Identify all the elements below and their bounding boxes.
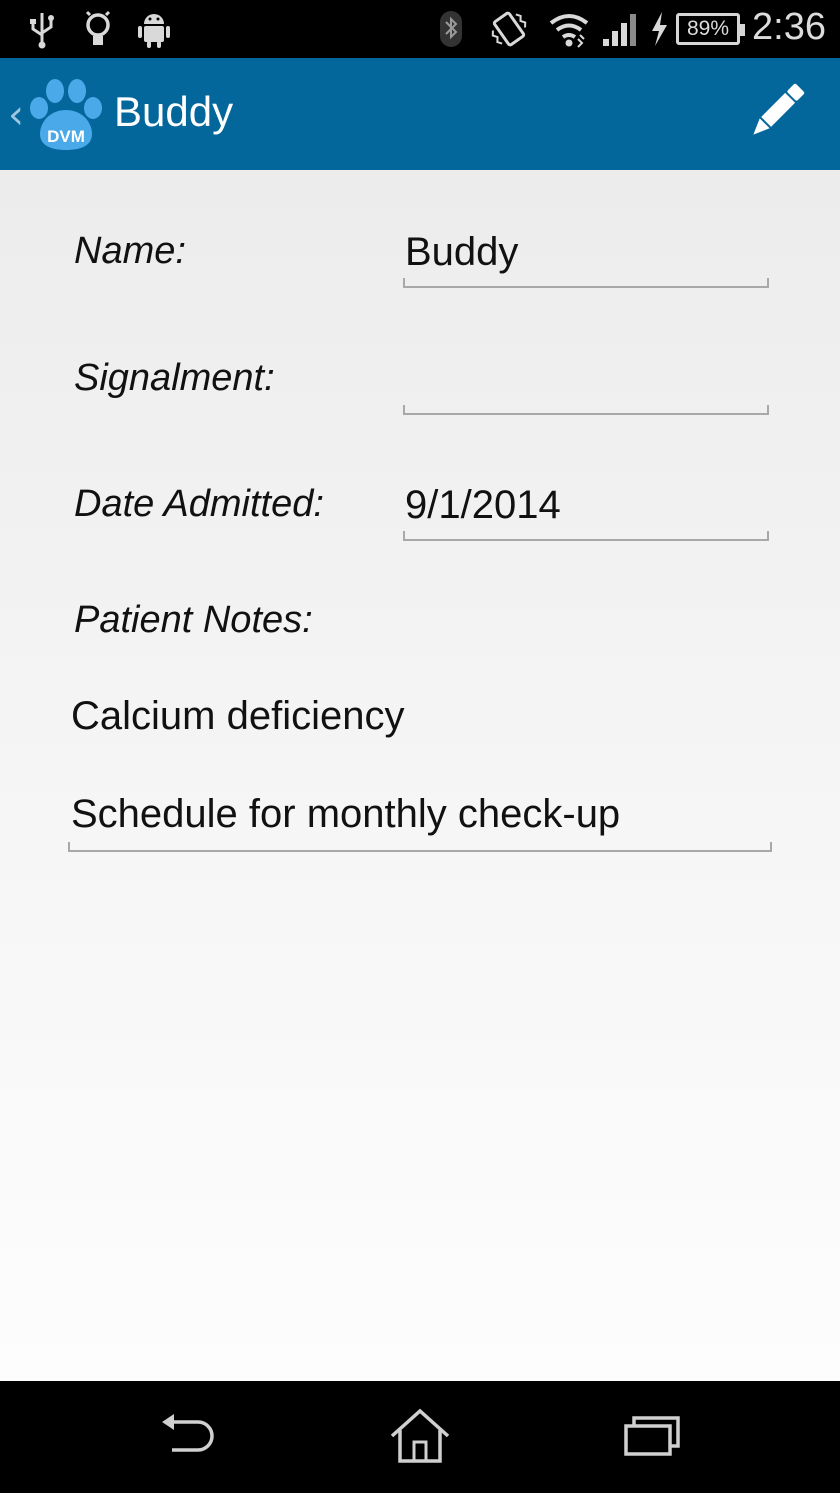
up-navigation-icon[interactable]: ‹ xyxy=(8,92,24,138)
status-bar: 89% 2:36 xyxy=(0,0,840,58)
wifi-icon xyxy=(548,9,590,49)
battery-percent: 89% xyxy=(686,17,730,40)
recents-button[interactable] xyxy=(612,1403,692,1473)
home-icon xyxy=(388,1408,452,1469)
field-underline xyxy=(403,278,769,288)
action-bar: ‹ DVM Buddy xyxy=(0,58,840,170)
date-admitted-field[interactable]: 9/1/2014 xyxy=(403,469,769,541)
signal-icon xyxy=(600,9,640,49)
patient-notes-line: Calcium deficiency xyxy=(71,694,405,738)
edit-button[interactable] xyxy=(740,78,812,150)
patient-notes-label: Patient Notes: xyxy=(74,599,313,641)
field-underline xyxy=(68,842,772,852)
home-button[interactable] xyxy=(380,1403,460,1473)
name-field[interactable]: Buddy xyxy=(403,216,769,288)
app-logo-text: DVM xyxy=(47,127,85,146)
bluetooth-icon xyxy=(436,9,466,49)
back-icon xyxy=(158,1413,218,1463)
signalment-label: Signalment: xyxy=(74,357,275,399)
app-logo-icon[interactable]: DVM xyxy=(26,76,106,154)
patient-detail-form: Name: Buddy Signalment: Date Admitted: 9… xyxy=(0,170,840,1381)
back-button[interactable] xyxy=(148,1403,228,1473)
patient-notes-line: Schedule for monthly check-up xyxy=(71,792,621,836)
name-value: Buddy xyxy=(405,230,519,274)
signalment-field[interactable] xyxy=(403,343,769,415)
vibrate-icon xyxy=(488,9,530,49)
date-admitted-label: Date Admitted: xyxy=(74,483,324,525)
battery-indicator: 89% xyxy=(676,13,745,45)
navigation-bar xyxy=(0,1381,840,1493)
lightbulb-icon xyxy=(82,9,114,49)
android-icon xyxy=(136,9,172,49)
patient-notes-field[interactable]: Calcium deficiency Schedule for monthly … xyxy=(68,670,772,852)
usb-icon xyxy=(26,9,58,49)
recents-icon xyxy=(622,1414,682,1463)
charging-icon xyxy=(648,9,670,49)
field-underline xyxy=(403,531,769,541)
date-admitted-value: 9/1/2014 xyxy=(405,483,561,527)
name-label: Name: xyxy=(74,230,186,272)
field-underline xyxy=(403,405,769,415)
page-title: Buddy xyxy=(114,88,234,135)
edit-icon xyxy=(744,80,808,149)
status-time: 2:36 xyxy=(752,6,826,48)
